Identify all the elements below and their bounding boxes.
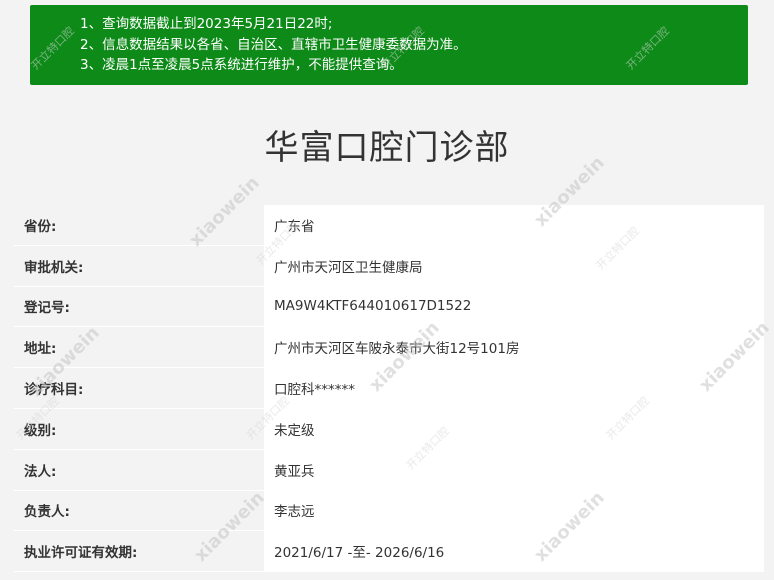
row-label: 审批机关: (14, 245, 264, 286)
table-row: 法人: 黄亚兵 (14, 449, 764, 491)
row-value: 2021/6/17 -至- 2026/6/16 (264, 531, 764, 572)
row-label: 登记号: (14, 286, 264, 327)
table-row: 地址: 广州市天河区车陂永泰市大街12号101房 (14, 327, 764, 369)
info-table: 省份: 广东省 审批机关: 广州市天河区卫生健康局 登记号: MA9W4KTF6… (14, 205, 764, 573)
row-label: 负责人: (14, 490, 264, 531)
notice-banner: 1、查询数据截止到2023年5月21日22时; 2、信息数据结果以各省、自治区、… (30, 5, 748, 85)
row-value: MA9W4KTF644010617D1522 (264, 286, 764, 327)
page-title: 华富口腔门诊部 (264, 128, 510, 168)
row-label: 诊疗科目: (14, 368, 264, 408)
row-label: 法人: (14, 449, 264, 490)
row-value: 口腔科****** (264, 368, 764, 408)
row-value: 广东省 (264, 205, 764, 245)
table-row: 级别: 未定级 (14, 408, 764, 450)
notice-line-1: 1、查询数据截止到2023年5月21日22时; (80, 16, 333, 32)
table-row: 执业许可证有效期: 2021/6/17 -至- 2026/6/16 (14, 531, 764, 573)
table-row: 审批机关: 广州市天河区卫生健康局 (14, 245, 764, 287)
row-value: 李志远 (264, 490, 764, 531)
table-row: 负责人: 李志远 (14, 490, 764, 532)
row-label: 省份: (14, 205, 264, 245)
row-value: 广州市天河区卫生健康局 (264, 245, 764, 286)
row-label: 地址: (14, 327, 264, 368)
table-row: 登记号: MA9W4KTF644010617D1522 (14, 286, 764, 328)
table-row: 诊疗科目: 口腔科****** (14, 368, 764, 409)
row-label: 执业许可证有效期: (14, 531, 264, 572)
notice-line-3: 3、凌晨1点至凌晨5点系统进行维护，不能提供查询。 (80, 57, 403, 73)
row-value: 黄亚兵 (264, 449, 764, 490)
row-value: 广州市天河区车陂永泰市大街12号101房 (264, 327, 764, 368)
row-label: 级别: (14, 408, 264, 449)
row-value: 未定级 (264, 408, 764, 449)
table-row: 省份: 广东省 (14, 205, 764, 246)
notice-line-2: 2、信息数据结果以各省、自治区、直辖市卫生健康委数据为准。 (80, 36, 467, 53)
